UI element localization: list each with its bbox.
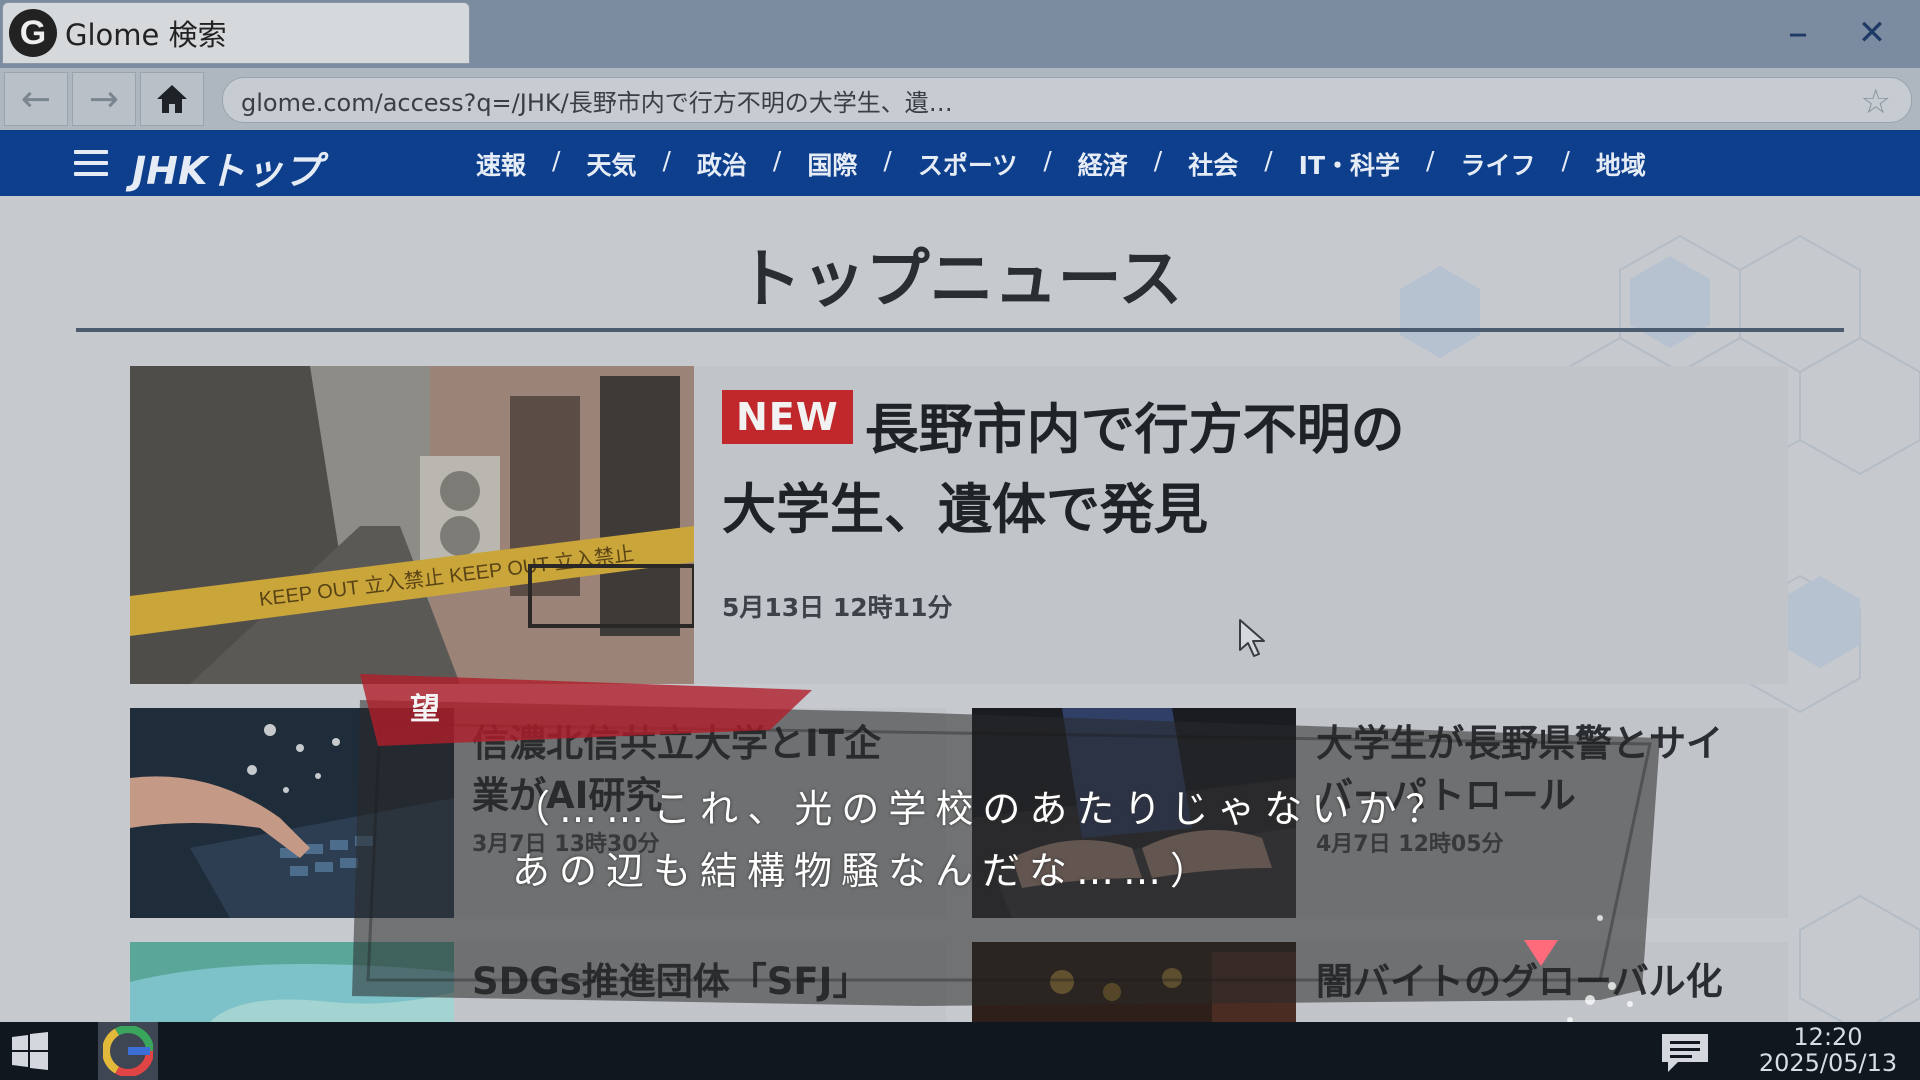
forward-button[interactable]: → — [72, 72, 136, 126]
news-headline-line1: 信濃北信共立大学とIT企 — [472, 722, 882, 765]
featured-timestamp: 5月13日 12時11分 — [722, 593, 953, 622]
tab-title: Glome 検索 — [65, 18, 227, 52]
bookmark-star-icon[interactable]: ☆ — [1861, 82, 1891, 122]
browser-tab[interactable]: G Glome 検索 — [2, 2, 470, 64]
taskbar: 12:20 2025/05/13 — [0, 1022, 1920, 1080]
nav-separator: / — [883, 146, 892, 175]
home-icon — [157, 85, 187, 113]
featured-headline-line2: 大学生、遺体で発見 — [722, 478, 1208, 541]
close-button[interactable]: ✕ — [1844, 8, 1900, 58]
nav-links: 速報 / 天気 / 政治 / 国際 / スポーツ / 経済 / 社会 / IT・科学 / ライフ… — [476, 146, 1646, 182]
news-timestamp-university-ai: 3月7日 13時30分 — [472, 832, 660, 857]
mouse-cursor-icon — [1239, 619, 1265, 657]
crime-scene-alley-image: KEEP OUT 立入禁止 KEEP OUT 立入禁止 — [130, 366, 694, 684]
nav-link-life[interactable]: ライフ — [1460, 146, 1535, 182]
news-headline-line2: バーパトロール — [1316, 774, 1576, 817]
news-image-night-city — [972, 942, 1296, 1022]
nav-separator: / — [1426, 146, 1435, 175]
news-headline-cyber-patrol[interactable]: 大学生が長野県警とサイ バーパトロール — [1316, 718, 1776, 822]
news-headline-dark-jobs[interactable]: 闇バイトのグローバル化 — [1316, 956, 1776, 1008]
featured-headline[interactable]: NEW 長野市内で行方不明の 大学生、遺体で発見 — [722, 390, 1622, 550]
news-timestamp-cyber-patrol: 4月7日 12時05分 — [1316, 832, 1504, 857]
nav-link-breaking[interactable]: 速報 — [476, 146, 526, 182]
start-button[interactable] — [0, 1022, 60, 1080]
news-image-green-wave — [130, 942, 454, 1022]
nav-link-international[interactable]: 国際 — [807, 146, 857, 182]
address-bar-row: ← → glome.com/access?q=/JHK/長野市内で行方不明の大学… — [0, 68, 1920, 130]
home-button[interactable] — [140, 72, 204, 126]
nav-separator: / — [552, 146, 561, 175]
nav-link-it-science[interactable]: IT・科学 — [1299, 146, 1400, 182]
glome-logo-icon: G — [9, 9, 57, 57]
page-title: トップニュース — [737, 243, 1183, 317]
system-clock[interactable]: 12:20 2025/05/13 — [1740, 1024, 1916, 1076]
back-button[interactable]: ← — [4, 72, 68, 126]
hamburger-menu-icon[interactable] — [74, 150, 108, 176]
nav-link-society[interactable]: 社会 — [1188, 146, 1238, 182]
clock-date: 2025/05/13 — [1758, 1049, 1898, 1077]
nav-separator: / — [662, 146, 671, 175]
url-text: glome.com/access?q=/JHK/長野市内で行方不明の大学生、遺… — [241, 88, 953, 117]
site-logo[interactable]: JHKトップ — [132, 140, 321, 195]
news-headline-university-ai[interactable]: 信濃北信共立大学とIT企 業がAI研究 — [472, 718, 932, 822]
news-headline-sdgs[interactable]: SDGs推進団体「SFJ」 — [472, 956, 932, 1008]
nav-link-region[interactable]: 地域 — [1596, 146, 1646, 182]
nav-link-economy[interactable]: 経済 — [1078, 146, 1128, 182]
clock-time: 12:20 — [1793, 1023, 1863, 1051]
nav-separator: / — [1561, 146, 1570, 175]
minimize-button[interactable]: – — [1770, 8, 1826, 58]
featured-news-image: KEEP OUT 立入禁止 KEEP OUT 立入禁止 — [130, 366, 694, 684]
news-image-typing-laptop — [972, 708, 1296, 918]
news-image-keyboard-hand — [130, 708, 454, 918]
browser-titlebar: G Glome 検索 – ✕ — [0, 0, 1920, 68]
glome-browser-icon — [103, 1026, 153, 1076]
windows-logo-icon — [12, 1032, 48, 1070]
url-field[interactable]: glome.com/access?q=/JHK/長野市内で行方不明の大学生、遺…… — [222, 77, 1912, 123]
nav-separator: / — [1264, 146, 1273, 175]
nav-link-weather[interactable]: 天気 — [586, 146, 636, 182]
taskbar-browser-app[interactable] — [98, 1022, 158, 1080]
forward-arrow-icon: → — [88, 78, 120, 120]
site-navigation: JHKトップ 速報 / 天気 / 政治 / 国際 / スポーツ / 経済 / 社会 / IT・… — [0, 130, 1920, 196]
news-headline-line2: 業がAI研究 — [472, 774, 663, 817]
back-arrow-icon: ← — [20, 78, 52, 120]
notification-icon[interactable] — [1658, 1030, 1712, 1074]
featured-headline-line1: 長野市内で行方不明の — [864, 398, 1405, 461]
new-badge: NEW — [722, 390, 853, 444]
nav-separator: / — [772, 146, 782, 175]
nav-separator: / — [1043, 146, 1052, 175]
nav-separator: / — [1153, 146, 1163, 175]
nav-link-politics[interactable]: 政治 — [697, 146, 747, 182]
title-divider — [76, 328, 1844, 332]
news-headline-line1: 大学生が長野県警とサイ — [1316, 722, 1723, 765]
nav-link-sports[interactable]: スポーツ — [918, 146, 1018, 182]
